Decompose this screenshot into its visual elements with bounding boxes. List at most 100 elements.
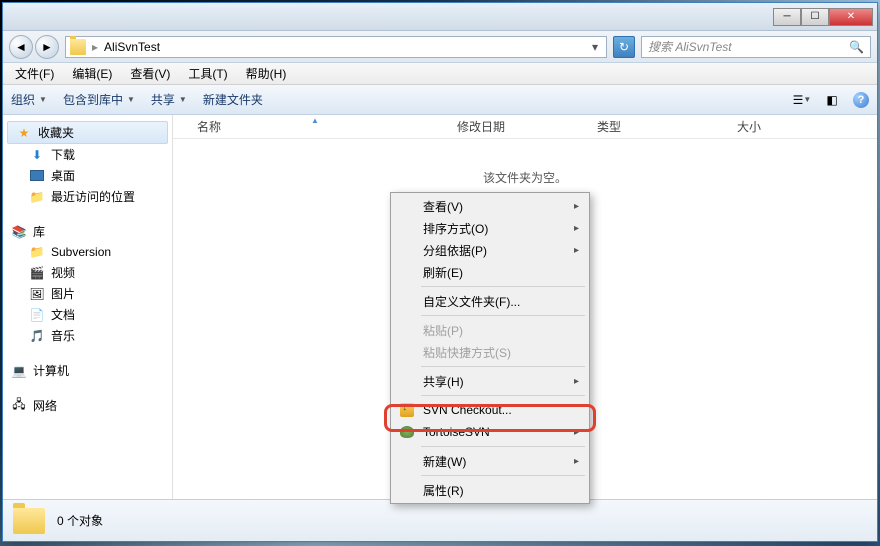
music-label: 音乐: [51, 327, 75, 344]
organize-label: 组织: [11, 91, 35, 108]
computer-group: 💻 计算机: [3, 360, 172, 381]
ctx-paste: 粘贴(P): [393, 319, 587, 341]
help-button[interactable]: ?: [853, 92, 869, 108]
close-button[interactable]: ✕: [829, 8, 873, 26]
share-label: 共享: [151, 91, 175, 108]
favorites-header[interactable]: ★ 收藏夹: [7, 121, 168, 144]
ctx-separator: [421, 475, 585, 476]
share-button[interactable]: 共享 ▼: [151, 91, 187, 108]
ctx-share-label: 共享(H): [423, 373, 464, 390]
ctx-tortoisesvn[interactable]: TortoiseSVN ▸: [393, 421, 587, 443]
menu-file[interactable]: 文件(F): [7, 63, 62, 84]
ctx-share[interactable]: 共享(H)▸: [393, 370, 587, 392]
ctx-customize-label: 自定义文件夹(F)...: [423, 293, 520, 310]
sidebar-item-pictures[interactable]: 🖼 图片: [3, 283, 172, 304]
include-library-button[interactable]: 包含到库中 ▼: [63, 91, 135, 108]
status-bar: 0 个对象: [3, 499, 877, 541]
organize-button[interactable]: 组织 ▼: [11, 91, 47, 108]
sidebar-item-network[interactable]: 🖧 网络: [3, 395, 172, 416]
library-icon: 📚: [11, 224, 27, 240]
column-date[interactable]: 修改日期: [445, 118, 585, 135]
sidebar-item-subversion[interactable]: 📁 Subversion: [3, 242, 172, 262]
column-name[interactable]: 名称 ▲: [185, 118, 445, 135]
forward-arrow-icon: ►: [41, 40, 53, 54]
address-bar[interactable]: ▸ AliSvnTest ▾: [65, 36, 607, 58]
libraries-label: 库: [33, 223, 45, 240]
search-input[interactable]: 搜索 AliSvnTest 🔍: [641, 36, 871, 58]
menu-view[interactable]: 查看(V): [122, 63, 178, 84]
status-count: 0 个对象: [57, 512, 103, 529]
folder-icon: [70, 39, 86, 55]
sidebar-item-desktop[interactable]: 桌面: [3, 165, 172, 186]
ctx-group[interactable]: 分组依据(P)▸: [393, 239, 587, 261]
network-label: 网络: [33, 397, 57, 414]
libraries-header[interactable]: 📚 库: [3, 221, 172, 242]
ctx-refresh[interactable]: 刷新(E): [393, 261, 587, 283]
ctx-separator: [421, 366, 585, 367]
ctx-refresh-label: 刷新(E): [423, 264, 463, 281]
pictures-label: 图片: [51, 285, 75, 302]
navigation-bar: ◄ ► ▸ AliSvnTest ▾ ↻ 搜索 AliSvnTest 🔍: [3, 31, 877, 63]
dropdown-icon: ▼: [39, 95, 47, 104]
computer-icon: 💻: [11, 363, 27, 379]
sidebar-item-documents[interactable]: 📄 文档: [3, 304, 172, 325]
ctx-properties[interactable]: 属性(R): [393, 479, 587, 501]
favorites-label: 收藏夹: [38, 124, 74, 141]
toolbar: 组织 ▼ 包含到库中 ▼ 共享 ▼ 新建文件夹 ☰ ▼ ◧ ?: [3, 85, 877, 115]
music-icon: 🎵: [29, 328, 45, 344]
network-icon: 🖧: [11, 398, 27, 414]
menu-tools[interactable]: 工具(T): [180, 63, 235, 84]
download-icon: ⬇: [29, 147, 45, 163]
sidebar-item-videos[interactable]: 🎬 视频: [3, 262, 172, 283]
submenu-arrow-icon: ▸: [574, 223, 579, 234]
ctx-separator: [421, 286, 585, 287]
ctx-new[interactable]: 新建(W)▸: [393, 450, 587, 472]
libraries-group: 📚 库 📁 Subversion 🎬 视频 🖼 图片 📄 文档: [3, 221, 172, 346]
submenu-arrow-icon: ▸: [574, 201, 579, 212]
desktop-icon: [29, 168, 45, 184]
sidebar-item-recent[interactable]: 📁 最近访问的位置: [3, 186, 172, 207]
menubar: 文件(F) 编辑(E) 查看(V) 工具(T) 帮助(H): [3, 63, 877, 85]
refresh-icon: ↻: [619, 40, 629, 54]
back-button[interactable]: ◄: [9, 35, 33, 59]
column-size[interactable]: 大小: [725, 118, 825, 135]
minimize-button[interactable]: ─: [773, 8, 801, 26]
ctx-svn-checkout[interactable]: SVN Checkout...: [393, 399, 587, 421]
forward-button[interactable]: ►: [35, 35, 59, 59]
preview-pane-button[interactable]: ◧: [823, 91, 841, 109]
sidebar-item-music[interactable]: 🎵 音乐: [3, 325, 172, 346]
breadcrumb-separator: ▸: [92, 40, 98, 54]
sidebar-item-downloads[interactable]: ⬇ 下载: [3, 144, 172, 165]
network-group: 🖧 网络: [3, 395, 172, 416]
address-dropdown-icon[interactable]: ▾: [588, 40, 602, 54]
search-placeholder: 搜索 AliSvnTest: [648, 38, 732, 55]
ctx-view[interactable]: 查看(V) ▸: [393, 195, 587, 217]
recent-icon: 📁: [29, 189, 45, 205]
video-icon: 🎬: [29, 265, 45, 281]
ctx-tortoise-label: TortoiseSVN: [423, 425, 490, 439]
ctx-sort[interactable]: 排序方式(O)▸: [393, 217, 587, 239]
refresh-button[interactable]: ↻: [613, 36, 635, 58]
videos-label: 视频: [51, 264, 75, 281]
toolbar-right: ☰ ▼ ◧ ?: [793, 91, 869, 109]
pane-icon: ◧: [826, 93, 837, 107]
view-options-button[interactable]: ☰ ▼: [793, 91, 811, 109]
ctx-new-label: 新建(W): [423, 453, 466, 470]
documents-label: 文档: [51, 306, 75, 323]
maximize-button[interactable]: ☐: [801, 8, 829, 26]
ctx-separator: [421, 315, 585, 316]
downloads-label: 下载: [51, 146, 75, 163]
submenu-arrow-icon: ▸: [574, 245, 579, 256]
ctx-view-label: 查看(V): [423, 198, 463, 215]
menu-edit[interactable]: 编辑(E): [64, 63, 120, 84]
breadcrumb-path[interactable]: AliSvnTest: [104, 40, 160, 54]
menu-help[interactable]: 帮助(H): [238, 63, 295, 84]
column-type[interactable]: 类型: [585, 118, 725, 135]
tortoise-icon: [399, 424, 415, 440]
new-folder-button[interactable]: 新建文件夹: [203, 91, 263, 108]
computer-label: 计算机: [33, 362, 69, 379]
sidebar-item-computer[interactable]: 💻 计算机: [3, 360, 172, 381]
sort-indicator-icon: ▲: [311, 116, 319, 125]
ctx-customize[interactable]: 自定义文件夹(F)...: [393, 290, 587, 312]
document-icon: 📄: [29, 307, 45, 323]
